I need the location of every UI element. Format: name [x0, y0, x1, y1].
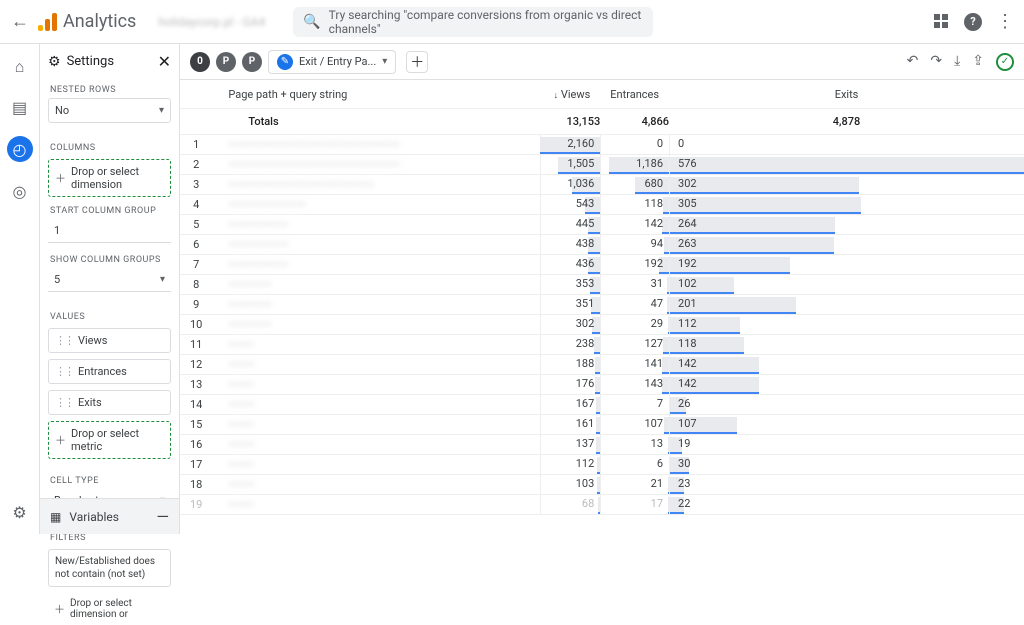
app-name: Analytics	[63, 11, 136, 32]
property-breadcrumb: holidaycorp.pl - GA4	[158, 15, 265, 29]
drop-metric[interactable]: ＋Drop or select metric	[48, 421, 171, 459]
data-table: Page path + query string ↓ Views Entranc…	[180, 80, 1024, 534]
status-ok-icon: ✓	[996, 53, 1014, 71]
values-label: VALUES	[40, 306, 179, 325]
show-groups-label: SHOW COLUMN GROUPS	[40, 249, 179, 268]
col-page-path[interactable]: Page path + query string	[212, 82, 540, 108]
chevron-down-icon: ▾	[159, 105, 164, 116]
step-p1[interactable]: P	[216, 52, 236, 72]
variables-panel[interactable]: ▦ Variables —	[40, 498, 179, 534]
table-row[interactable]: 9—————35147201	[180, 294, 1024, 314]
metric-exits[interactable]: ⋮⋮Exits	[48, 390, 171, 415]
table-row[interactable]: 17———112630	[180, 454, 1024, 474]
settings-panel: ⚙ Settings ✕ NESTED ROWS No▾ COLUMNS ＋Dr…	[40, 44, 180, 534]
search-input[interactable]: 🔍 Try searching "compare conversions fro…	[293, 7, 653, 37]
chevron-down-icon: ▾	[160, 274, 165, 285]
show-groups-select[interactable]: 5▾	[48, 268, 171, 292]
table-row[interactable]: 12———188141142	[180, 354, 1024, 374]
admin-icon[interactable]: ⚙	[12, 503, 26, 522]
cell-type-label: CELL TYPE	[40, 470, 179, 489]
table-row[interactable]: 13———176143142	[180, 374, 1024, 394]
totals-label: Totals	[212, 108, 540, 134]
analytics-logo: Analytics	[38, 11, 136, 32]
gear-icon: ⚙	[48, 54, 61, 70]
table-row[interactable]: 1————————————————————2,16000	[180, 134, 1024, 154]
col-views[interactable]: ↓ Views	[540, 82, 600, 108]
nested-rows-select[interactable]: No▾	[48, 98, 171, 123]
metric-entrances[interactable]: ⋮⋮Entrances	[48, 359, 171, 384]
col-index	[180, 82, 212, 108]
help-icon[interactable]: ?	[964, 13, 982, 31]
table-row[interactable]: 8—————35331102	[180, 274, 1024, 294]
tab-exit-entry[interactable]: ✎ Exit / Entry Pa... ▾	[268, 50, 396, 74]
main-canvas: 0 P P ✎ Exit / Entry Pa... ▾ ＋ ↶ ↷ ⤓ ⇪ ✓	[180, 44, 1024, 534]
search-placeholder: Try searching "compare conversions from …	[329, 8, 644, 36]
apps-icon[interactable]	[934, 14, 950, 30]
collapse-icon[interactable]: —	[157, 507, 170, 526]
add-tab-button[interactable]: ＋	[406, 51, 428, 73]
metric-views[interactable]: ⋮⋮Views	[48, 328, 171, 353]
table-row[interactable]: 2————————————————————1,5051,186576	[180, 154, 1024, 174]
table-row[interactable]: 10—————30229112	[180, 314, 1024, 334]
table-row[interactable]: 4—————————543118305	[180, 194, 1024, 214]
topbar: ← Analytics holidaycorp.pl - GA4 🔍 Try s…	[0, 0, 1024, 44]
close-icon[interactable]: ✕	[158, 52, 171, 71]
table-row[interactable]: 7———————436192192	[180, 254, 1024, 274]
table-row[interactable]: 3—————————————————1,036680302	[180, 174, 1024, 194]
search-icon: 🔍	[303, 14, 320, 30]
table-row[interactable]: 5———————445142264	[180, 214, 1024, 234]
drop-filter[interactable]: ＋Drop or select dimension or	[48, 593, 171, 625]
chevron-down-icon: ▾	[382, 56, 387, 67]
nav-rail: ⌂ ▤ ◴ ◎ ⚙	[0, 44, 40, 534]
table-row[interactable]: 18———1032123	[180, 474, 1024, 494]
totals-exits: 4,878	[669, 108, 1024, 134]
table-row[interactable]: 14———167726	[180, 394, 1024, 414]
undo-icon[interactable]: ↶	[907, 53, 919, 71]
back-button[interactable]: ←	[10, 11, 30, 32]
col-exits[interactable]: Exits	[669, 82, 1024, 108]
drop-dimension[interactable]: ＋Drop or select dimension	[48, 159, 171, 197]
settings-title: Settings	[67, 54, 114, 69]
table-row[interactable]: 11———238127118	[180, 334, 1024, 354]
step-p2[interactable]: P	[242, 52, 262, 72]
variables-icon: ▦	[50, 510, 61, 524]
nested-rows-label: NESTED ROWS	[40, 79, 179, 98]
filter-chip[interactable]: New/Established does not contain (not se…	[48, 549, 171, 587]
step-0[interactable]: 0	[190, 52, 210, 72]
col-entrances[interactable]: Entrances	[600, 82, 669, 108]
reports-icon[interactable]: ▤	[9, 96, 31, 118]
redo-icon[interactable]: ↷	[930, 53, 942, 71]
advertising-icon[interactable]: ◎	[9, 180, 31, 202]
totals-entrances: 4,866	[600, 108, 669, 134]
columns-label: COLUMNS	[40, 137, 179, 156]
table-row[interactable]: 19———681722	[180, 494, 1024, 514]
explore-icon[interactable]: ◴	[7, 136, 33, 162]
download-icon[interactable]: ⤓	[954, 53, 960, 71]
table-row[interactable]: 16———1371319	[180, 434, 1024, 454]
share-icon[interactable]: ⇪	[972, 53, 984, 71]
totals-views: 13,153	[540, 108, 600, 134]
edit-icon: ✎	[277, 54, 293, 70]
start-col-input[interactable]: 1	[48, 219, 171, 243]
start-col-label: START COLUMN GROUP	[40, 200, 179, 219]
table-row[interactable]: 6———————43894263	[180, 234, 1024, 254]
canvas-toolbar: 0 P P ✎ Exit / Entry Pa... ▾ ＋ ↶ ↷ ⤓ ⇪ ✓	[180, 44, 1024, 80]
home-icon[interactable]: ⌂	[9, 56, 31, 78]
table-row[interactable]: 15———161107107	[180, 414, 1024, 434]
